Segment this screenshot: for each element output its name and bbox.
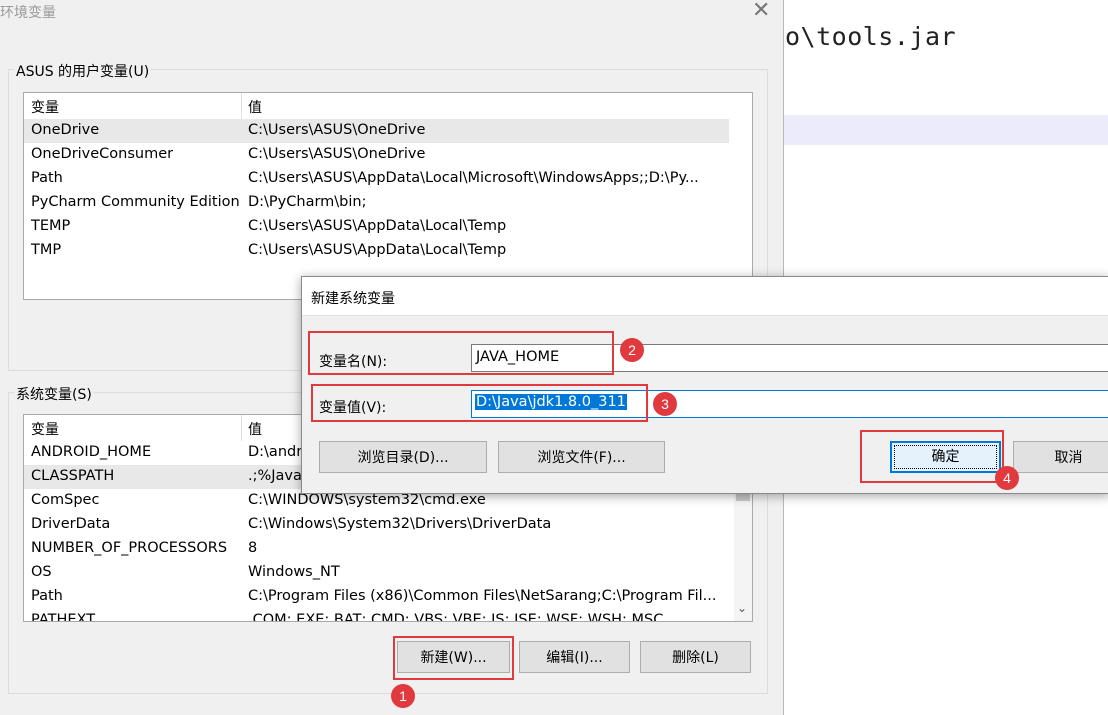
delete-button[interactable]: 删除(L): [640, 641, 751, 673]
variable-value-cell: C:\Users\ASUS\AppData\Local\Temp: [248, 242, 507, 258]
variable-name-cell: PATHEXT: [31, 612, 96, 622]
variable-value-cell: .;%Java_: [248, 468, 310, 484]
variable-value-cell: C:\Program Files (x86)\Common Files\NetS…: [248, 588, 717, 604]
table-row[interactable]: TMP C:\Users\ASUS\AppData\Local\Temp: [24, 239, 729, 263]
variable-value-cell: C:\Users\ASUS\OneDrive: [248, 122, 426, 138]
table-row[interactable]: DriverData C:\Windows\System32\Drivers\Dr…: [24, 513, 732, 537]
annotation-badge-2: 2: [620, 338, 644, 362]
dialog-titlebar: 新建系统变量: [302, 277, 1108, 316]
variable-name-cell: DriverData: [31, 516, 111, 532]
column-header-variable[interactable]: 变量: [31, 419, 59, 439]
variable-name-cell: OneDriveConsumer: [31, 146, 174, 162]
close-icon[interactable]: ✕: [752, 0, 770, 22]
variable-value-cell: C:\WINDOWS\system32\cmd.exe: [248, 492, 486, 508]
dialog-title: 环境变量: [0, 5, 56, 21]
user-variables-label: ASUS 的用户变量(U): [14, 61, 152, 81]
table-row[interactable]: OS Windows_NT: [24, 561, 732, 585]
system-variables-label: 系统变量(S): [14, 384, 94, 404]
variable-value-cell: C:\Users\ASUS\AppData\Local\Microsoft\Wi…: [248, 170, 699, 186]
variable-name-cell: Path: [31, 170, 63, 186]
column-header-value[interactable]: 值: [248, 419, 262, 439]
annotation-box-name: [308, 331, 614, 375]
variable-value-cell: C:\Users\ASUS\OneDrive: [248, 146, 426, 162]
variable-value-cell: C:\Users\ASUS\AppData\Local\Temp: [248, 218, 507, 234]
table-row[interactable]: PyCharm Community Edition D:\PyCharm\bin;: [24, 191, 729, 215]
dialog-title: 新建系统变量: [311, 291, 395, 307]
editor-code-line: o\tools.jar: [785, 22, 957, 51]
variable-name-cell: ComSpec: [31, 492, 100, 508]
variable-value-cell: C:\Windows\System32\Drivers\DriverData: [248, 516, 552, 532]
table-row[interactable]: NUMBER_OF_PROCESSORS 8: [24, 537, 732, 561]
variable-name-cell: NUMBER_OF_PROCESSORS: [31, 540, 228, 556]
browse-directory-button[interactable]: 浏览目录(D)...: [319, 441, 487, 473]
variable-value-cell: 8: [248, 540, 258, 556]
column-header-value[interactable]: 值: [248, 97, 262, 117]
variable-value-cell: D:\andr: [248, 444, 303, 460]
column-header-variable[interactable]: 变量: [31, 97, 59, 117]
variable-value-cell: D:\PyCharm\bin;: [248, 194, 367, 210]
table-row[interactable]: Path C:\Program Files (x86)\Common Files\…: [24, 585, 732, 609]
variable-name-cell: TEMP: [31, 218, 71, 234]
variable-name-cell: OneDrive: [31, 122, 100, 138]
annotation-badge-3: 3: [653, 392, 677, 416]
variable-value-cell: .COM;.EXE;.BAT;.CMD;.VBS;.VBE;.JS;.JSE;.…: [248, 612, 664, 622]
table-row[interactable]: Path C:\Users\ASUS\AppData\Local\Microsof…: [24, 167, 729, 191]
edit-button[interactable]: 编辑(I)...: [519, 641, 630, 673]
table-row[interactable]: OneDrive C:\Users\ASUS\OneDrive: [24, 119, 729, 143]
annotation-box-ok: [860, 430, 1004, 483]
cancel-button[interactable]: 取消: [1013, 441, 1108, 473]
editor-highlight-line: [783, 115, 1108, 145]
variable-name-cell: OS: [31, 564, 52, 580]
variable-name-cell: ANDROID_HOME: [31, 444, 152, 460]
variable-name-cell: CLASSPATH: [31, 468, 115, 484]
variable-name-cell: PyCharm Community Edition: [31, 194, 240, 210]
table-row[interactable]: TEMP C:\Users\ASUS\AppData\Local\Temp: [24, 215, 729, 239]
annotation-badge-1: 1: [391, 684, 415, 708]
browse-file-button[interactable]: 浏览文件(F)...: [498, 441, 665, 473]
variable-name-cell: Path: [31, 588, 63, 604]
annotation-box-new: [393, 636, 514, 680]
variable-value-cell: Windows_NT: [248, 564, 340, 580]
table-row[interactable]: PATHEXT .COM;.EXE;.BAT;.CMD;.VBS;.VBE;.JS…: [24, 609, 732, 622]
list-header: 变量 值: [24, 93, 752, 119]
annotation-badge-4: 4: [995, 466, 1019, 490]
user-variables-list[interactable]: 变量 值 OneDrive C:\Users\ASUS\OneDrive OneDr…: [23, 92, 753, 300]
annotation-box-value: [311, 384, 648, 422]
table-row[interactable]: OneDriveConsumer C:\Users\ASUS\OneDrive: [24, 143, 729, 167]
chevron-down-icon[interactable]: ⌄: [737, 601, 747, 615]
variable-name-cell: TMP: [31, 242, 62, 258]
